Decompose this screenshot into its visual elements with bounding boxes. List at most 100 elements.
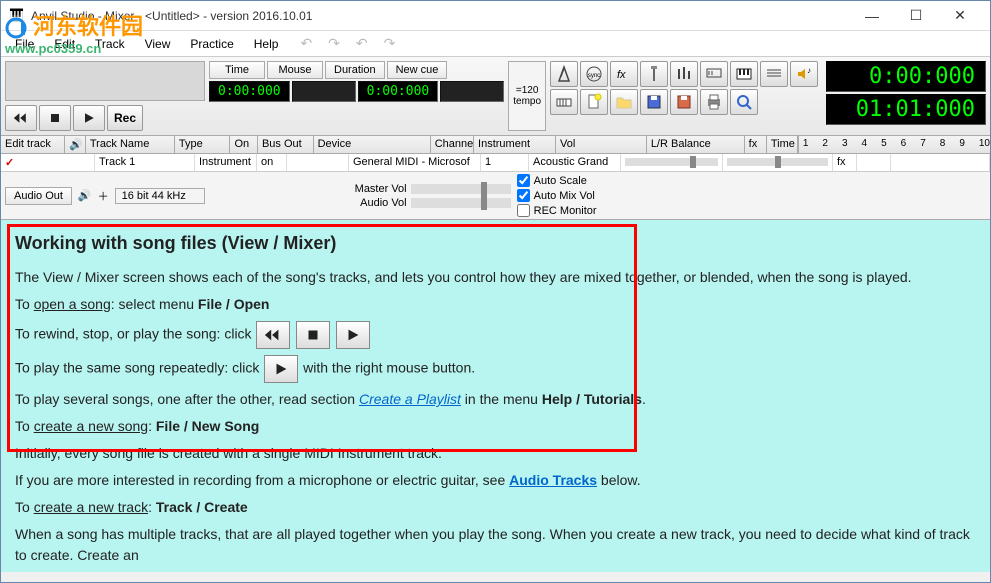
checkmark-icon: ✓ bbox=[5, 157, 14, 169]
col-instrument[interactable]: Instrument bbox=[474, 136, 556, 153]
maximize-button[interactable]: ☐ bbox=[894, 2, 938, 30]
big-position-readout: 01:01:000 bbox=[826, 94, 986, 125]
speaker-icon[interactable]: 🔊 bbox=[78, 189, 92, 202]
edit-track-button[interactable]: Edit track bbox=[1, 136, 65, 153]
time-readout: 0:00:000 bbox=[209, 81, 290, 102]
fx-icon[interactable]: fx bbox=[610, 61, 638, 87]
undo-icon[interactable]: ↶ bbox=[296, 35, 316, 52]
tempo-box[interactable]: =120 tempo bbox=[508, 61, 546, 131]
col-device[interactable]: Device bbox=[314, 136, 431, 153]
col-type[interactable]: Type bbox=[175, 136, 231, 153]
col-on[interactable]: On bbox=[230, 136, 257, 153]
col-trackname[interactable]: Track Name bbox=[86, 136, 175, 153]
menu-view[interactable]: View bbox=[135, 33, 181, 55]
print-icon[interactable] bbox=[700, 89, 728, 115]
metronome-icon[interactable] bbox=[550, 61, 578, 87]
record-button[interactable]: Rec bbox=[107, 105, 143, 131]
track-row[interactable]: ✓ Track 1 Instrument on General MIDI - M… bbox=[1, 154, 990, 172]
sync-icon[interactable]: sync bbox=[580, 61, 608, 87]
help-paragraph: To rewind, stop, or play the song: click bbox=[15, 321, 976, 349]
mouse-label[interactable]: Mouse bbox=[267, 61, 323, 79]
track-bus-cell[interactable] bbox=[287, 154, 349, 171]
track-channel-cell[interactable]: 1 bbox=[481, 154, 529, 171]
speaker-add-icon[interactable]: ＋ bbox=[98, 188, 109, 204]
titlebar: 🎹 Anvil Studio - Mixer - <Untitled> - ve… bbox=[1, 1, 990, 31]
col-fx[interactable]: fx bbox=[745, 136, 767, 153]
track-balance-slider[interactable] bbox=[723, 154, 833, 171]
staff-icon[interactable] bbox=[760, 61, 788, 87]
help-play2-icon[interactable] bbox=[264, 355, 298, 383]
track-name-cell[interactable]: Track 1 bbox=[95, 154, 195, 171]
help-rewind-icon[interactable] bbox=[256, 321, 290, 349]
track-time-cell[interactable] bbox=[857, 154, 891, 171]
menu-help[interactable]: Help bbox=[244, 33, 289, 55]
track-vol-slider[interactable] bbox=[621, 154, 723, 171]
automix-checkbox[interactable]: Auto Mix Vol bbox=[517, 189, 597, 202]
help-panel[interactable]: Working with song files (View / Mixer) T… bbox=[1, 220, 990, 572]
stop-button[interactable] bbox=[39, 105, 71, 131]
help-paragraph: The View / Mixer screen shows each of th… bbox=[15, 267, 976, 288]
track-device-cell[interactable]: General MIDI - Microsof bbox=[349, 154, 481, 171]
redo-icon[interactable]: ↷ bbox=[324, 35, 344, 52]
col-vol[interactable]: Vol bbox=[556, 136, 647, 153]
col-channel[interactable]: Channel bbox=[431, 136, 474, 153]
tempo-value: =120 bbox=[516, 85, 539, 96]
track-lane[interactable] bbox=[891, 154, 990, 171]
app-icon: 🎹 bbox=[9, 8, 25, 24]
audio-format-field[interactable]: 16 bit 44 kHz bbox=[115, 188, 205, 204]
mixer-icon[interactable] bbox=[670, 61, 698, 87]
menu-practice[interactable]: Practice bbox=[180, 33, 243, 55]
newcue-button[interactable]: New cue bbox=[387, 61, 448, 79]
piano-icon[interactable] bbox=[730, 61, 758, 87]
col-balance[interactable]: L/R Balance bbox=[647, 136, 745, 153]
create-playlist-link[interactable]: Create a Playlist bbox=[359, 391, 461, 407]
redo2-icon[interactable]: ↷ bbox=[380, 35, 400, 52]
zoom-icon[interactable] bbox=[730, 89, 758, 115]
jack-icon[interactable] bbox=[640, 61, 668, 87]
speaker-note-icon[interactable]: ♪ bbox=[790, 61, 818, 87]
master-vol-slider[interactable] bbox=[411, 184, 511, 194]
mix-options-row: Audio Out 🔊 ＋ 16 bit 44 kHz Master Vol A… bbox=[1, 172, 990, 220]
help-paragraph: To play several songs, one after the oth… bbox=[15, 389, 976, 410]
menu-track[interactable]: Track bbox=[85, 33, 135, 55]
close-button[interactable]: ✕ bbox=[938, 2, 982, 30]
autoscale-checkbox[interactable]: Auto Scale bbox=[517, 174, 597, 187]
audio-vol-slider[interactable] bbox=[411, 198, 511, 208]
timeline-ruler[interactable]: 12345678910 bbox=[798, 136, 990, 153]
audio-tracks-link[interactable]: Audio Tracks bbox=[509, 472, 597, 488]
synth-icon[interactable] bbox=[700, 61, 728, 87]
tempo-label: tempo bbox=[513, 96, 541, 107]
help-paragraph: When a song has multiple tracks, that ar… bbox=[15, 524, 976, 566]
open-folder-icon[interactable] bbox=[610, 89, 638, 115]
rewind-button[interactable] bbox=[5, 105, 37, 131]
master-vol-label: Master Vol bbox=[337, 183, 407, 195]
new-file-icon[interactable] bbox=[580, 89, 608, 115]
track-type-cell[interactable]: Instrument bbox=[195, 154, 257, 171]
help-paragraph: To create a new track: Track / Create bbox=[15, 497, 976, 518]
toolbar: Rec Time Mouse Duration New cue 0:00:000… bbox=[1, 57, 990, 136]
help-play-icon[interactable] bbox=[336, 321, 370, 349]
play-button[interactable] bbox=[73, 105, 105, 131]
minimize-button[interactable]: — bbox=[850, 2, 894, 30]
svg-text:fx: fx bbox=[617, 69, 626, 81]
audio-out-button[interactable]: Audio Out bbox=[5, 187, 72, 205]
keyboard-small-icon[interactable] bbox=[550, 89, 578, 115]
menu-file[interactable]: File bbox=[5, 33, 44, 55]
save-as-icon[interactable] bbox=[670, 89, 698, 115]
help-stop-icon[interactable] bbox=[296, 321, 330, 349]
col-bus[interactable]: Bus Out bbox=[258, 136, 314, 153]
menu-edit[interactable]: Edit bbox=[44, 33, 85, 55]
help-paragraph: Initially, every song file is created wi… bbox=[15, 443, 976, 464]
save-icon[interactable] bbox=[640, 89, 668, 115]
track-instrument-cell[interactable]: Acoustic Grand bbox=[529, 154, 621, 171]
big-time-readout: 0:00:000 bbox=[826, 61, 986, 92]
speaker-icon[interactable]: 🔊 bbox=[65, 136, 85, 153]
svg-text:sync: sync bbox=[588, 73, 600, 79]
track-fx-cell[interactable]: fx bbox=[833, 154, 857, 171]
col-time[interactable]: Time bbox=[767, 136, 798, 153]
undo2-icon[interactable]: ↶ bbox=[352, 35, 372, 52]
track-on-cell[interactable]: on bbox=[257, 154, 287, 171]
time-label[interactable]: Time bbox=[209, 61, 265, 79]
recmonitor-checkbox[interactable]: REC Monitor bbox=[517, 204, 597, 217]
duration-label[interactable]: Duration bbox=[325, 61, 385, 79]
